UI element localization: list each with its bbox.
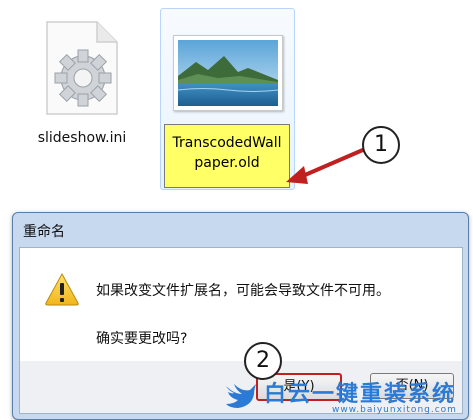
dialog-title: 重命名 [23, 224, 65, 240]
callout-number-2: 2 [244, 342, 282, 380]
callout-arrow-icon [286, 144, 373, 184]
watermark-brand: 白云一键重装系统 [264, 382, 457, 407]
dialog-question: 确实要更改吗? [96, 331, 188, 347]
watermark-url: www.baiyunxitong.com [332, 405, 457, 415]
dialog-message: 如果改变文件扩展名，可能会导致文件不可用。 [96, 283, 390, 299]
watermark: 白云一键重装系统 www.baiyunxitong.com [214, 376, 473, 420]
bird-logo-icon [226, 384, 256, 408]
warning-icon [45, 272, 79, 306]
dialog-body: 如果改变文件扩展名，可能会导致文件不可用。 确实要更改吗? [19, 247, 463, 363]
file-explorer: slideshow.ini TranscodedWall paper.old 1 [0, 0, 473, 200]
callout-number-1: 1 [362, 126, 400, 164]
